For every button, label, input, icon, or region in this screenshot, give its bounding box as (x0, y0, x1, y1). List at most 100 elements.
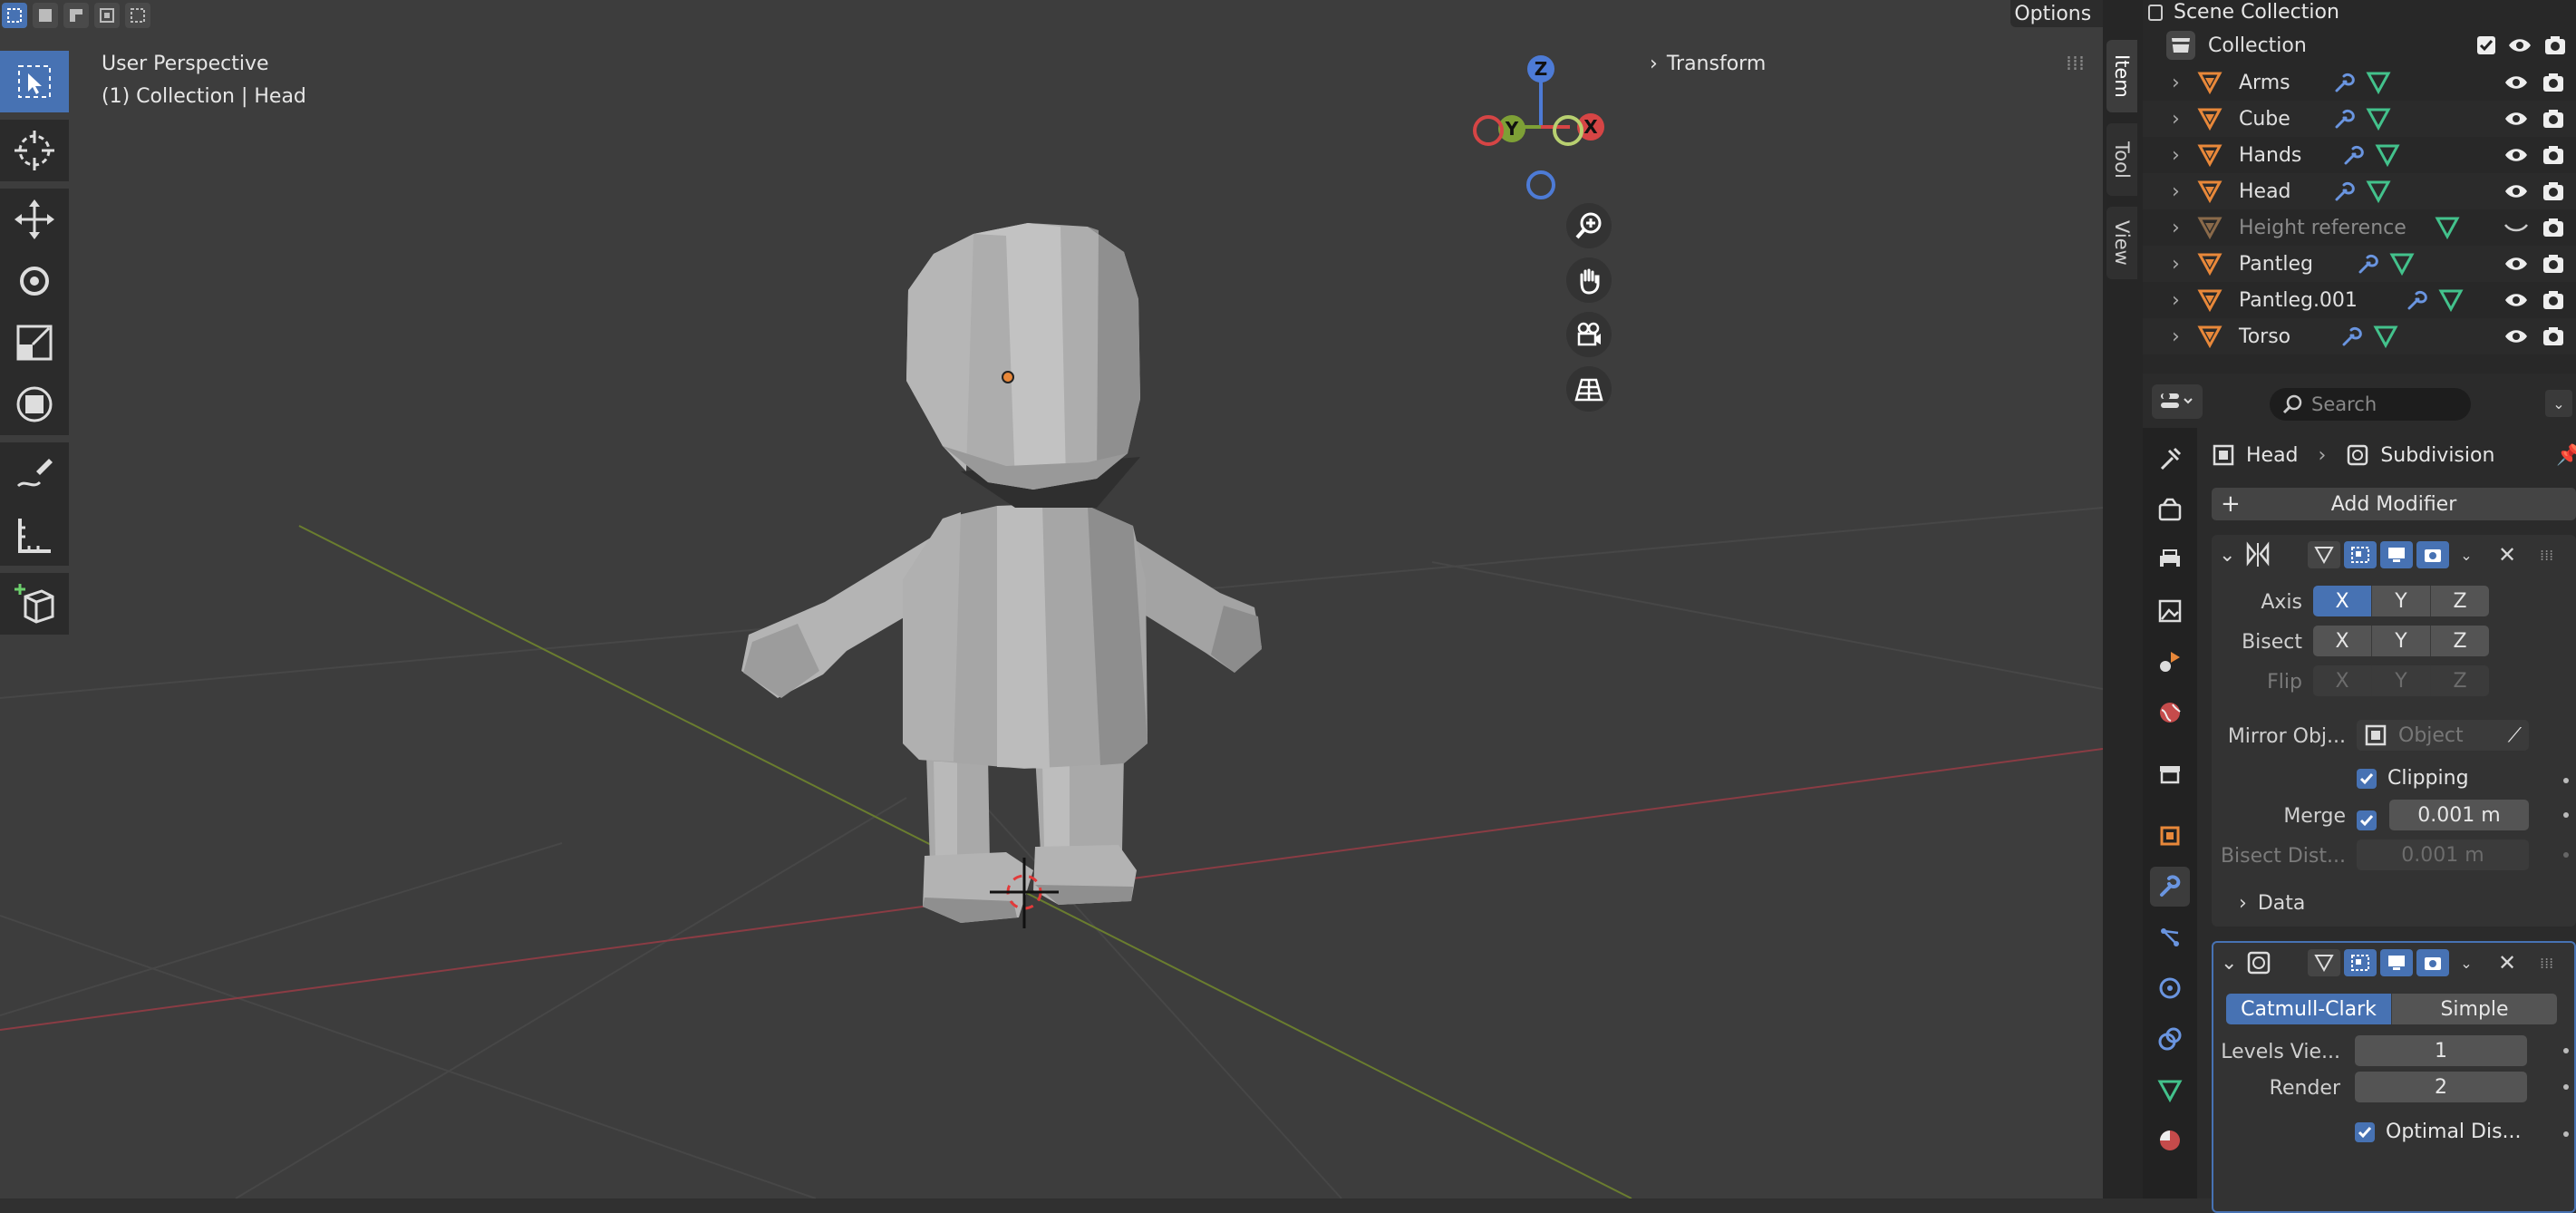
flip-z-toggle[interactable]: Z (2431, 665, 2489, 696)
tab-material[interactable] (2150, 1121, 2190, 1160)
data-subpanel-header[interactable]: › Data (2239, 892, 2305, 915)
tab-render[interactable] (2150, 490, 2190, 529)
pan-button[interactable] (1566, 257, 1612, 303)
pin-icon[interactable]: 📌 (2556, 444, 2576, 467)
keyframe-dot-icon[interactable] (2563, 812, 2569, 818)
merge-distance-field[interactable]: 0.001 m (2389, 800, 2529, 830)
drag-handle-icon[interactable]: ⁞⁞⁞ (2066, 53, 2085, 75)
axis-z-toggle[interactable]: Z (2431, 586, 2489, 616)
tab-world[interactable] (2150, 693, 2190, 733)
keyframe-dot-icon[interactable] (2563, 1131, 2569, 1137)
select-new-button[interactable] (2, 3, 27, 28)
bisect-x-toggle[interactable]: X (2313, 626, 2372, 656)
keyframe-dot-icon[interactable] (2563, 1084, 2569, 1090)
checkbox-checked-icon[interactable] (2476, 35, 2496, 55)
merge-checkbox[interactable] (2357, 810, 2377, 830)
eye-icon[interactable] (2503, 254, 2529, 274)
close-icon[interactable]: ✕ (2498, 542, 2516, 568)
zoom-button[interactable] (1566, 203, 1612, 248)
outliner-item[interactable]: › Cube (2143, 101, 2576, 137)
tab-item[interactable]: Item (2106, 40, 2137, 112)
collapse-chevron-icon[interactable]: ⌄ (2219, 544, 2235, 567)
render-levels-field[interactable]: 2 (2355, 1072, 2527, 1102)
add-modifier-button[interactable]: + Add Modifier (2212, 488, 2576, 520)
edit-mode-cage-toggle[interactable] (2308, 541, 2340, 568)
eyedropper-icon[interactable]: ⟋ (2508, 724, 2522, 747)
outliner-item[interactable]: › Torso (2143, 318, 2576, 354)
eye-icon[interactable] (2503, 326, 2529, 346)
expand-chevron-icon[interactable]: › (2172, 180, 2180, 203)
expand-chevron-icon[interactable]: › (2172, 144, 2180, 167)
camera-render-icon[interactable] (2542, 72, 2565, 93)
perspective-toggle-button[interactable] (1566, 366, 1612, 412)
eye-icon[interactable] (2503, 145, 2529, 165)
optimal-display-checkbox[interactable]: Optimal Dis... (2355, 1121, 2522, 1143)
eye-icon[interactable] (2503, 290, 2529, 310)
camera-render-icon[interactable] (2542, 144, 2565, 166)
expand-chevron-icon[interactable]: › (2172, 108, 2180, 131)
select-intersect-button[interactable] (125, 3, 150, 28)
options-chevron-button[interactable]: ⌄ (2545, 390, 2572, 417)
render-toggle[interactable] (2416, 949, 2449, 976)
camera-render-icon[interactable] (2542, 180, 2565, 202)
camera-view-button[interactable] (1566, 312, 1612, 357)
tab-constraints[interactable] (2150, 1019, 2190, 1059)
catmull-clark-toggle[interactable]: Catmull-Clark (2226, 994, 2392, 1024)
navigation-gizmo[interactable]: Z X Y (1468, 51, 1613, 205)
subdivision-modifier-header[interactable]: ⌄ ⌄ ✕ ⁞⁞⁞ (2213, 943, 2576, 983)
bisect-y-toggle[interactable]: Y (2372, 626, 2431, 656)
editor-type-dropdown[interactable] (2152, 384, 2203, 419)
expand-chevron-icon[interactable]: › (2172, 72, 2180, 94)
tab-tool-settings[interactable] (2150, 439, 2190, 479)
flip-x-toggle[interactable]: X (2313, 665, 2372, 696)
tab-view[interactable]: View (2106, 207, 2137, 279)
camera-render-icon[interactable] (2542, 253, 2565, 275)
tab-modifiers[interactable] (2150, 867, 2190, 907)
render-toggle[interactable] (2416, 541, 2449, 568)
flip-y-toggle[interactable]: Y (2372, 665, 2431, 696)
axis-x-toggle[interactable]: X (2313, 586, 2372, 616)
camera-render-icon[interactable] (2543, 34, 2567, 56)
properties-search-input[interactable]: Search (2270, 388, 2471, 421)
levels-viewport-field[interactable]: 1 (2355, 1035, 2527, 1066)
clipping-checkbox[interactable]: Clipping (2357, 767, 2469, 790)
expand-chevron-icon[interactable]: › (2172, 325, 2180, 348)
eye-icon[interactable] (2503, 181, 2529, 201)
eye-icon[interactable] (2503, 73, 2529, 92)
rotate-tool[interactable] (0, 250, 69, 312)
expand-chevron-icon[interactable]: › (2172, 253, 2180, 276)
options-dropdown[interactable]: Options ⌄ (2010, 0, 2103, 27)
outliner-item[interactable]: › Head (2143, 173, 2576, 209)
mirror-modifier-header[interactable]: ⌄ ⌄ ✕ ⁞⁞⁞ (2212, 535, 2576, 575)
tab-collection[interactable] (2150, 754, 2190, 794)
expand-chevron-icon[interactable]: › (2172, 289, 2180, 312)
add-cube-tool[interactable] (0, 573, 69, 635)
modifier-menu-chevron-icon[interactable]: ⌄ (2453, 541, 2480, 568)
select-invert-button[interactable] (94, 3, 120, 28)
tab-tool[interactable]: Tool (2106, 123, 2137, 196)
eye-closed-icon[interactable] (2503, 218, 2529, 238)
outliner-item[interactable]: › Hands (2143, 137, 2576, 173)
cursor-tool[interactable] (0, 120, 69, 181)
outliner-item[interactable]: › Height reference (2143, 209, 2576, 246)
edit-mode-cage-toggle[interactable] (2308, 949, 2340, 976)
tab-view-layer[interactable] (2150, 591, 2190, 631)
tab-particles[interactable] (2150, 917, 2190, 957)
bisect-z-toggle[interactable]: Z (2431, 626, 2489, 656)
eye-icon[interactable] (2507, 35, 2532, 55)
tab-scene[interactable] (2150, 642, 2190, 682)
scale-tool[interactable] (0, 312, 69, 374)
bisect-distance-field[interactable]: 0.001 m (2357, 839, 2529, 870)
camera-render-icon[interactable] (2542, 217, 2565, 238)
move-tool[interactable] (0, 189, 69, 250)
measure-tool[interactable] (0, 504, 69, 566)
mirror-object-field[interactable]: Object ⟋ (2357, 720, 2529, 751)
outliner-item[interactable]: › Arms (2143, 64, 2576, 101)
outliner-collection-row[interactable]: Collection (2143, 27, 2576, 63)
camera-render-icon[interactable] (2542, 108, 2565, 130)
eye-icon[interactable] (2503, 109, 2529, 129)
outliner-item[interactable]: › Pantleg (2143, 246, 2576, 282)
keyframe-dot-icon[interactable] (2563, 778, 2569, 783)
expand-chevron-icon[interactable]: › (2172, 217, 2180, 239)
tab-object[interactable] (2150, 816, 2190, 856)
